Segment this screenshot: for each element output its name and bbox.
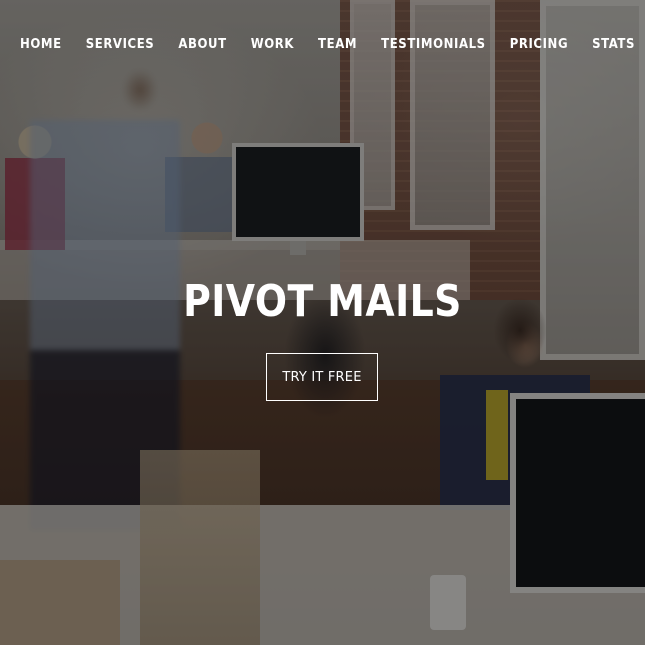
hero-title: PIVOT MAILS xyxy=(183,276,462,327)
nav-item-stats[interactable]: STATS xyxy=(580,36,637,54)
nav-item-pricing[interactable]: PRICING xyxy=(498,36,580,54)
nav-item-services[interactable]: SERVICES xyxy=(74,36,167,54)
nav-item-about[interactable]: ABOUT xyxy=(166,36,238,54)
try-it-free-button[interactable]: TRY IT FREE xyxy=(266,353,378,401)
main-navigation: HOME SERVICES ABOUT WORK TEAM TESTIMONIA… xyxy=(8,36,637,54)
nav-item-testimonials[interactable]: TESTIMONIALS xyxy=(369,36,498,54)
nav-item-work[interactable]: WORK xyxy=(239,36,306,54)
nav-item-home[interactable]: HOME xyxy=(8,36,74,54)
nav-item-team[interactable]: TEAM xyxy=(306,36,369,54)
